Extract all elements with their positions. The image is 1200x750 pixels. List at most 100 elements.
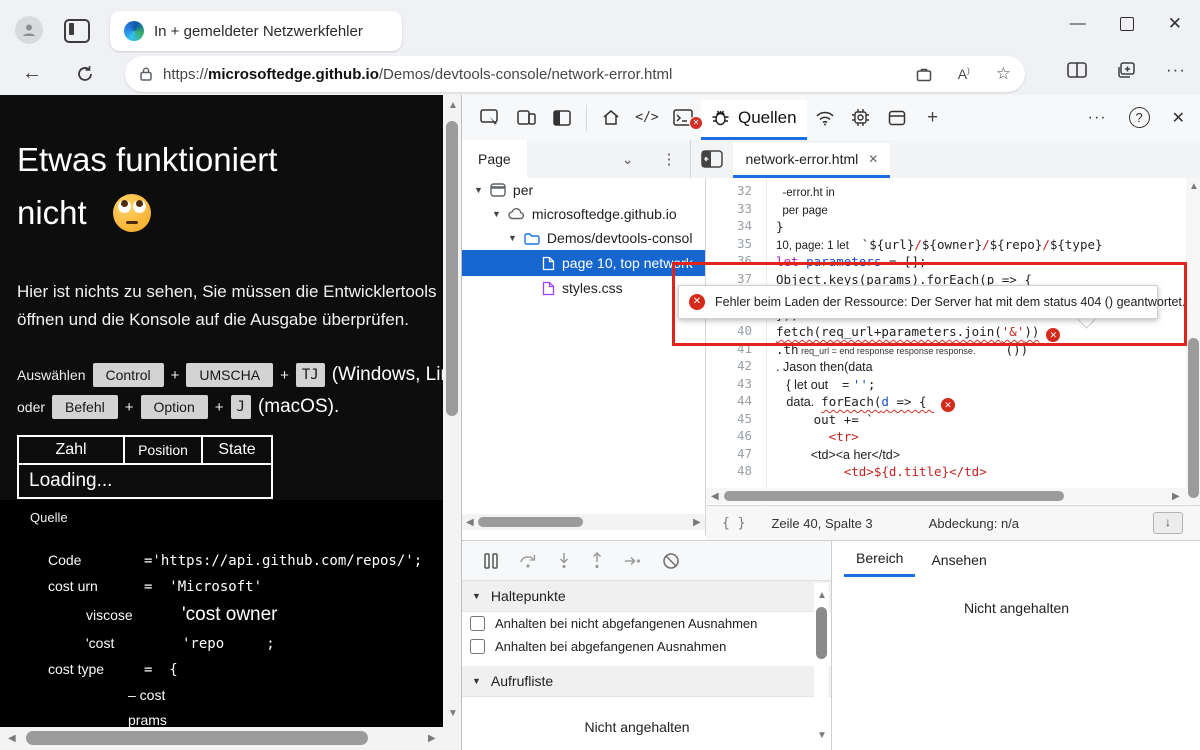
caught-exceptions-checkbox[interactable]: [470, 639, 485, 654]
navigator-kebab-icon[interactable]: ⋮: [661, 150, 676, 168]
code-editor[interactable]: 3233343536373839404142434445464748 -erro…: [706, 178, 1200, 505]
split-screen-icon[interactable]: [1067, 62, 1087, 78]
scroll-up-arrow[interactable]: ▲: [448, 101, 458, 111]
more-tabs-plus-icon[interactable]: +: [915, 107, 951, 129]
tab-actions-icon[interactable]: [64, 19, 90, 43]
navigator-hscrollbar[interactable]: ◀ ▶: [462, 514, 705, 530]
collapse-sidebar-icon[interactable]: [701, 150, 724, 168]
checkbox-uncaught-exceptions[interactable]: Anhalten bei nicht abgefangenen Ausnahme…: [462, 612, 831, 635]
code-line: { let out = '';: [776, 376, 876, 392]
inspect-element-icon[interactable]: [472, 109, 508, 126]
close-file-tab-icon[interactable]: ✕: [868, 152, 878, 166]
deactivate-breakpoints-icon[interactable]: [662, 552, 680, 570]
line-number[interactable]: 32: [706, 183, 766, 201]
scroll-right-arrow[interactable]: ▶: [428, 734, 436, 744]
file-tab-label: network-error.html: [745, 151, 859, 167]
page-horizontal-scrollbar[interactable]: ◀ ▶: [0, 727, 461, 750]
devtools-subtab-row: Page ⌄ ⋮ network-error.html ✕: [462, 140, 1200, 178]
close-devtools-icon[interactable]: ✕: [1172, 108, 1185, 128]
line-number[interactable]: 41: [706, 341, 766, 359]
editor-gutter[interactable]: 3233343536373839404142434445464748: [706, 183, 766, 481]
line-number[interactable]: 47: [706, 446, 766, 464]
back-button[interactable]: ←: [22, 62, 42, 85]
performance-cpu-icon[interactable]: [843, 108, 879, 127]
pause-icon[interactable]: [484, 552, 498, 569]
line-number[interactable]: 42: [706, 358, 766, 376]
refresh-button[interactable]: [76, 65, 94, 83]
storage-icon[interactable]: [879, 110, 915, 126]
step-icon[interactable]: [624, 555, 641, 567]
tree-item-styles-css[interactable]: styles.css: [462, 276, 705, 300]
step-out-icon[interactable]: [591, 552, 603, 569]
line-number[interactable]: 45: [706, 411, 766, 429]
checkbox-caught-exceptions[interactable]: Anhalten bei abgefangenen Ausnahmen: [462, 635, 831, 658]
uncaught-exceptions-checkbox[interactable]: [470, 616, 485, 631]
scroll-left-arrow[interactable]: ◀: [8, 734, 16, 744]
step-into-icon[interactable]: [558, 552, 570, 569]
tab-ansehen[interactable]: Ansehen: [919, 544, 998, 576]
editor-hscrollbar[interactable]: ◀ ▶: [706, 488, 1186, 504]
activity-bar-icon[interactable]: [544, 109, 580, 126]
close-window-button[interactable]: ✕: [1168, 14, 1182, 34]
tree-item-selected-file[interactable]: page 10, top network: [462, 250, 705, 276]
editor-vscrollbar[interactable]: ▲: [1186, 178, 1200, 505]
navigator-hscroll-thumb[interactable]: [478, 517, 583, 527]
console-tab-icon[interactable]: ✕: [665, 109, 703, 130]
file-tab-network-error[interactable]: network-error.html ✕: [733, 143, 891, 178]
elements-tab-icon[interactable]: </>: [629, 110, 665, 125]
tab-bereich[interactable]: Bereich: [844, 542, 916, 577]
line-number[interactable]: 46: [706, 428, 766, 446]
tab-quellen[interactable]: Quellen: [701, 99, 807, 140]
collections-icon[interactable]: [1117, 61, 1136, 79]
step-over-icon[interactable]: [519, 553, 537, 569]
device-emulation-icon[interactable]: [508, 109, 544, 126]
code-line: <tr>: [776, 429, 859, 444]
download-button[interactable]: ↓: [1153, 512, 1183, 534]
cursor-position: Zeile 40, Spalte 3: [771, 515, 873, 531]
tree-item-frame[interactable]: ▼ per: [462, 178, 705, 202]
profile-avatar[interactable]: [15, 16, 43, 44]
devtools-more-icon[interactable]: ···: [1088, 109, 1107, 127]
line-number[interactable]: 40: [706, 323, 766, 341]
page-vscroll-thumb[interactable]: [446, 121, 458, 416]
welcome-home-icon[interactable]: [593, 109, 629, 126]
navigator-page-tab[interactable]: Page: [462, 140, 527, 178]
chevron-down-icon[interactable]: ⌄: [622, 151, 634, 168]
briefcase-icon[interactable]: [916, 67, 932, 82]
editor-hscroll-thumb[interactable]: [724, 491, 1064, 501]
tree-item-origin[interactable]: ▼ microsoftedge.github.io: [462, 202, 705, 226]
scope-pane: Bereich Ansehen Nicht angehalten: [831, 540, 1200, 750]
debugger-vscrollbar[interactable]: ▲ ▼: [814, 583, 829, 750]
line-number[interactable]: 48: [706, 463, 766, 481]
devtools-tab-bar: </> ✕ Quellen + ··· ? ✕: [462, 95, 1200, 141]
scope-tabs: Bereich Ansehen: [832, 541, 1200, 578]
breakpoints-section-header[interactable]: ▼ Haltepunkte: [462, 581, 831, 612]
maximize-button[interactable]: [1119, 17, 1134, 31]
url-bar[interactable]: https://microsoftedge.github.io/Demos/de…: [125, 56, 1025, 92]
browser-tab[interactable]: In + gemeldeter Netzwerkfehler: [110, 11, 402, 51]
debugger-vscroll-thumb[interactable]: [816, 607, 827, 659]
key-j-mac: J: [230, 395, 251, 419]
callstack-section-header[interactable]: ▼ Aufrufliste: [462, 666, 831, 697]
editor-vscroll-thumb[interactable]: [1188, 338, 1199, 498]
editor-code: -error.ht in per page} 10, page: 1 let `$…: [776, 183, 1185, 481]
tree-item-folder[interactable]: ▼ Demos/devtools-consol: [462, 226, 705, 250]
settings-more-icon[interactable]: ···: [1166, 60, 1186, 80]
line-number[interactable]: 33: [706, 201, 766, 219]
page-hscroll-thumb[interactable]: [26, 731, 368, 745]
help-icon[interactable]: ?: [1128, 107, 1150, 128]
read-aloud-icon[interactable]: A): [958, 66, 970, 82]
network-wifi-icon[interactable]: [807, 110, 843, 126]
line-number[interactable]: 43: [706, 376, 766, 394]
line-number[interactable]: 34: [706, 218, 766, 236]
page-heading: Etwas funktioniert nicht: [17, 141, 278, 232]
line-number[interactable]: 36: [706, 253, 766, 271]
pretty-print-icon[interactable]: { }: [722, 516, 745, 531]
line-number[interactable]: 44: [706, 393, 766, 411]
page-vertical-scrollbar[interactable]: ▲ ▼: [443, 95, 461, 727]
inline-error-badge: ✕: [941, 398, 956, 412]
minimize-button[interactable]: —: [1070, 15, 1086, 33]
line-number[interactable]: 35: [706, 236, 766, 254]
scroll-down-arrow[interactable]: ▼: [448, 709, 458, 719]
favorites-star-icon[interactable]: ☆: [996, 64, 1011, 84]
